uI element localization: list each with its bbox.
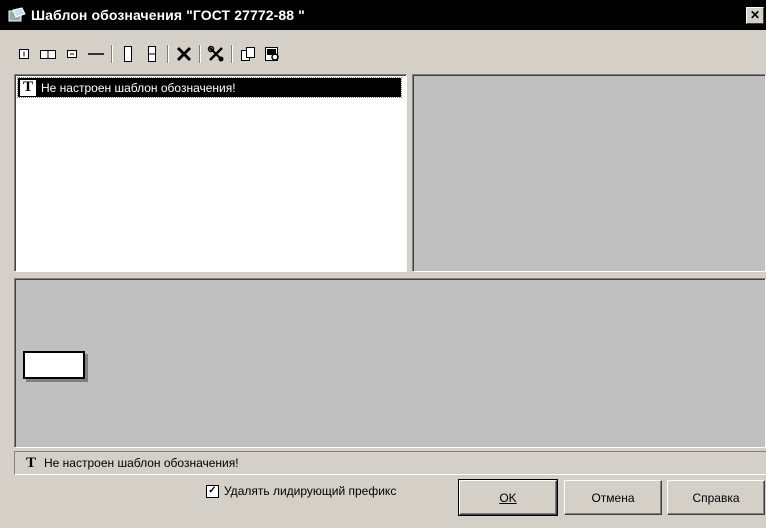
toolbar-separator [231, 45, 233, 63]
close-button[interactable]: ✕ [746, 7, 764, 24]
app-icon [8, 7, 26, 23]
line-icon[interactable] [86, 44, 106, 64]
toolbar [14, 42, 286, 66]
template-dialog: Шаблон обозначения "ГОСТ 27772-88 " ✕ T … [0, 0, 766, 528]
text-item-icon: T [20, 79, 36, 96]
template-preview-panel [14, 278, 766, 448]
template-tree-panel[interactable]: T Не настроен шаблон обозначения! [14, 74, 407, 272]
vertical-cell-icon[interactable] [118, 44, 138, 64]
delete-icon[interactable] [174, 44, 194, 64]
settings-icon[interactable] [206, 44, 226, 64]
template-cell[interactable] [23, 351, 85, 379]
status-bar: T Не настроен шаблон обозначения! [14, 451, 766, 475]
cancel-button-label: Отмена [591, 490, 635, 505]
text-status-icon: T [25, 454, 36, 471]
check-icon: ✓ [208, 485, 217, 496]
window-title: Шаблон обозначения "ГОСТ 27772-88 " [31, 7, 305, 23]
copy-icon[interactable] [238, 44, 258, 64]
close-icon: ✕ [749, 8, 761, 22]
insert-small-field-icon[interactable] [62, 44, 82, 64]
vertical-split-icon[interactable] [142, 44, 162, 64]
properties-panel [412, 74, 766, 272]
insert-cells-icon[interactable] [38, 44, 58, 64]
cancel-button[interactable]: Отмена [564, 480, 662, 515]
strip-prefix-checkbox[interactable]: ✓ [206, 484, 219, 498]
strip-prefix-label: Удалять лидирующий префикс [224, 484, 397, 498]
preview-icon[interactable] [262, 44, 282, 64]
strip-prefix-option[interactable]: ✓ Удалять лидирующий префикс [206, 484, 396, 498]
help-button[interactable]: Справка [667, 480, 765, 515]
tree-item-selected[interactable]: T Не настроен шаблон обозначения! [17, 77, 402, 98]
status-text: Не настроен шаблон обозначения! [44, 456, 239, 470]
toolbar-separator [167, 45, 169, 63]
tree-item-label: Не настроен шаблон обозначения! [41, 80, 236, 95]
insert-field-icon[interactable] [14, 44, 34, 64]
ok-button[interactable]: OK [458, 479, 558, 516]
toolbar-separator [199, 45, 201, 63]
title-bar: Шаблон обозначения "ГОСТ 27772-88 " ✕ [0, 0, 766, 30]
ok-button-label: OK [499, 490, 517, 505]
help-button-label: Справка [692, 490, 740, 505]
toolbar-separator [111, 45, 113, 63]
